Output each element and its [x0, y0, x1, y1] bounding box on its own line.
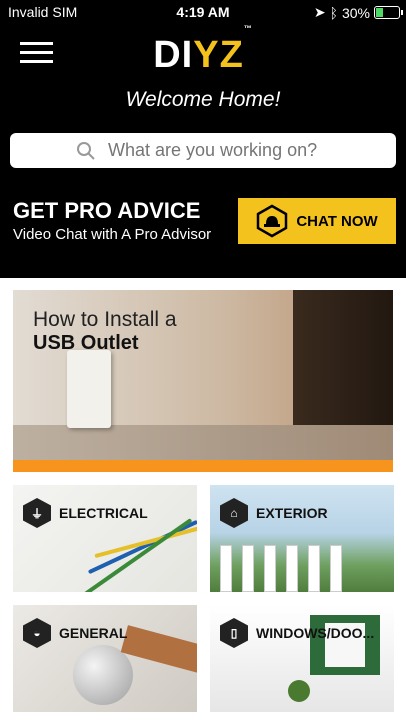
category-exterior[interactable]: ⌂ EXTERIOR [210, 485, 394, 592]
category-label: ◒ GENERAL [23, 618, 127, 648]
category-label: ⌂ EXTERIOR [220, 498, 328, 528]
pro-advice-section: GET PRO ADVICE Video Chat with A Pro Adv… [13, 198, 211, 243]
chat-now-label: CHAT NOW [296, 212, 378, 230]
battery-fill [376, 8, 384, 17]
plug-icon: ⏚ [23, 498, 51, 528]
category-general[interactable]: ◒ GENERAL [13, 605, 197, 712]
battery-icon [374, 6, 403, 19]
pro-advice-subtitle: Video Chat with A Pro Advisor [13, 226, 212, 243]
featured-title-line2: USB Outlet [33, 332, 139, 354]
header-area: Invalid SIM 4:19 AM ➤ ᛒ 30% DIYZ™ Welcom… [0, 0, 406, 278]
house-icon: ⌂ [220, 498, 248, 528]
bluetooth-icon: ᛒ [329, 4, 338, 21]
hero-railing [293, 290, 393, 425]
helmet-icon [257, 204, 288, 238]
location-icon: ➤ [313, 4, 326, 20]
category-name: GENERAL [59, 625, 128, 641]
pro-advice-title: GET PRO ADVICE [13, 198, 201, 223]
helmet-icon: ◒ [23, 618, 51, 648]
welcome-text: Welcome Home! [125, 88, 281, 111]
category-name: ELECTRICAL [59, 505, 148, 521]
search-icon [77, 141, 95, 160]
category-name: EXTERIOR [256, 505, 328, 521]
search-input[interactable] [106, 139, 330, 162]
status-bar: Invalid SIM 4:19 AM ➤ ᛒ 30% [0, 0, 406, 24]
featured-title-line1: How to Install a [33, 308, 177, 331]
battery-percent: 30% [341, 4, 370, 21]
category-name: WINDOWS/DOO... [256, 625, 375, 641]
search-bar[interactable] [10, 133, 396, 168]
category-label: ⏚ ELECTRICAL [23, 498, 148, 528]
logo-prefix: DI [153, 34, 194, 76]
hero-floor [13, 425, 393, 460]
featured-usb-outlet-card[interactable]: How to Install a USB Outlet [13, 290, 393, 472]
chat-now-button[interactable]: CHAT NOW [238, 198, 396, 244]
status-right: ➤ ᛒ 30% [313, 4, 403, 21]
category-windows-doors[interactable]: ▯ WINDOWS/DOO... [210, 605, 394, 712]
featured-accent-bar [13, 460, 393, 472]
logo-suffix: YZ [193, 34, 244, 76]
category-label: ▯ WINDOWS/DOO... [220, 618, 374, 648]
category-electrical[interactable]: ⏚ ELECTRICAL [13, 485, 197, 592]
app-logo: DIYZ™ [0, 24, 406, 77]
logo-tm: ™ [243, 24, 253, 34]
door-icon: ▯ [220, 618, 248, 648]
outlet-image [67, 350, 111, 428]
